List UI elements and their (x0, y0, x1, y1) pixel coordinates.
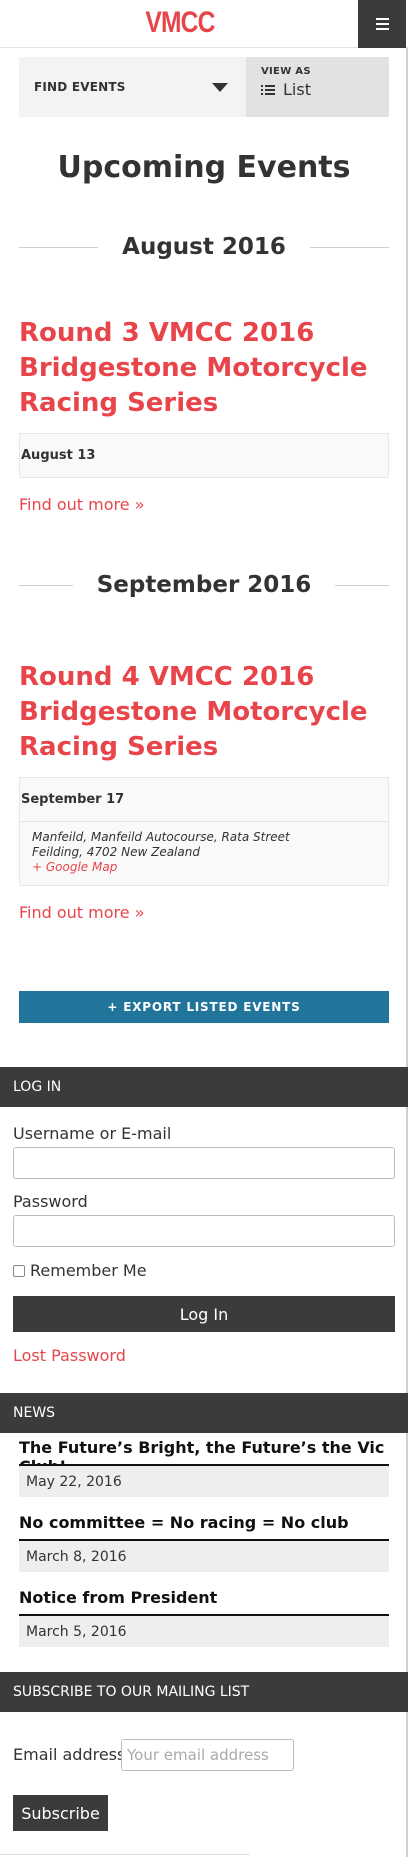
divider (0, 1854, 250, 1855)
export-events-button[interactable]: + EXPORT LISTED EVENTS (19, 991, 389, 1023)
subscribe-button[interactable]: Subscribe (13, 1795, 108, 1831)
news-widget-heading: NEWS (0, 1393, 408, 1433)
find-out-more-link[interactable]: Find out more » (19, 903, 144, 922)
username-label: Username or E-mail (13, 1124, 172, 1143)
remember-me-label: Remember Me (30, 1261, 147, 1280)
list-icon (261, 84, 275, 95)
news-item-date: March 8, 2016 (19, 1539, 389, 1572)
month-separator: September 2016 (19, 572, 389, 598)
caret-down-icon (212, 82, 228, 92)
site-header: VMCC (0, 0, 408, 48)
view-as-value: List (283, 80, 311, 99)
login-button[interactable]: Log In (13, 1296, 395, 1332)
venue-address-line: Feilding, 4702 New Zealand (32, 845, 200, 859)
event-meta: September 17 Manfeild, Manfeild Autocour… (19, 777, 389, 886)
mailing-list-heading: SUBSCRIBE TO OUR MAILING LIST (0, 1672, 408, 1712)
remember-me: Remember Me (13, 1261, 147, 1280)
remember-me-checkbox[interactable] (13, 1264, 25, 1277)
view-as-selector[interactable]: VIEW AS List (246, 57, 389, 117)
find-events-toggle[interactable]: FIND EVENTS (19, 57, 246, 117)
view-as-label: VIEW AS (261, 66, 311, 77)
event-date: August 13 (21, 448, 96, 463)
email-label: Email address: (13, 1745, 131, 1764)
event-date: September 17 (21, 792, 125, 807)
venue-address-line: Manfeild, Manfeild Autocourse, Rata Stre… (32, 830, 290, 844)
month-label: September 2016 (96, 572, 312, 598)
login-widget-heading: LOG IN (0, 1067, 408, 1107)
password-label: Password (13, 1192, 88, 1211)
site-logo[interactable]: VMCC (32, 6, 327, 40)
page-title: Upcoming Events (57, 150, 351, 185)
find-events-label: FIND EVENTS (34, 80, 126, 94)
event-venue: Manfeild, Manfeild Autocourse, Rata Stre… (20, 821, 388, 885)
events-bar: FIND EVENTS VIEW AS List (19, 57, 389, 117)
hamburger-menu-icon[interactable] (358, 0, 406, 48)
lost-password-link[interactable]: Lost Password (13, 1346, 126, 1365)
month-label: August 2016 (122, 234, 286, 260)
event-title-link[interactable]: Round 3 VMCC 2016 Bridgestone Motorcycle… (19, 316, 379, 421)
find-out-more-link[interactable]: Find out more » (19, 495, 144, 514)
month-separator: August 2016 (19, 234, 389, 260)
event-title-link[interactable]: Round 4 VMCC 2016 Bridgestone Motorcycle… (19, 660, 379, 765)
username-field[interactable] (13, 1147, 395, 1179)
event-meta: August 13 (19, 433, 389, 478)
news-item-date: March 5, 2016 (19, 1614, 389, 1647)
news-item-title[interactable]: Notice from President (19, 1588, 389, 1607)
google-map-link[interactable]: + Google Map (32, 860, 376, 875)
news-item-date: May 22, 2016 (19, 1464, 389, 1497)
news-item-title[interactable]: No committee = No racing = No club (19, 1513, 389, 1532)
password-field[interactable] (13, 1215, 395, 1247)
email-input[interactable] (121, 1739, 294, 1771)
